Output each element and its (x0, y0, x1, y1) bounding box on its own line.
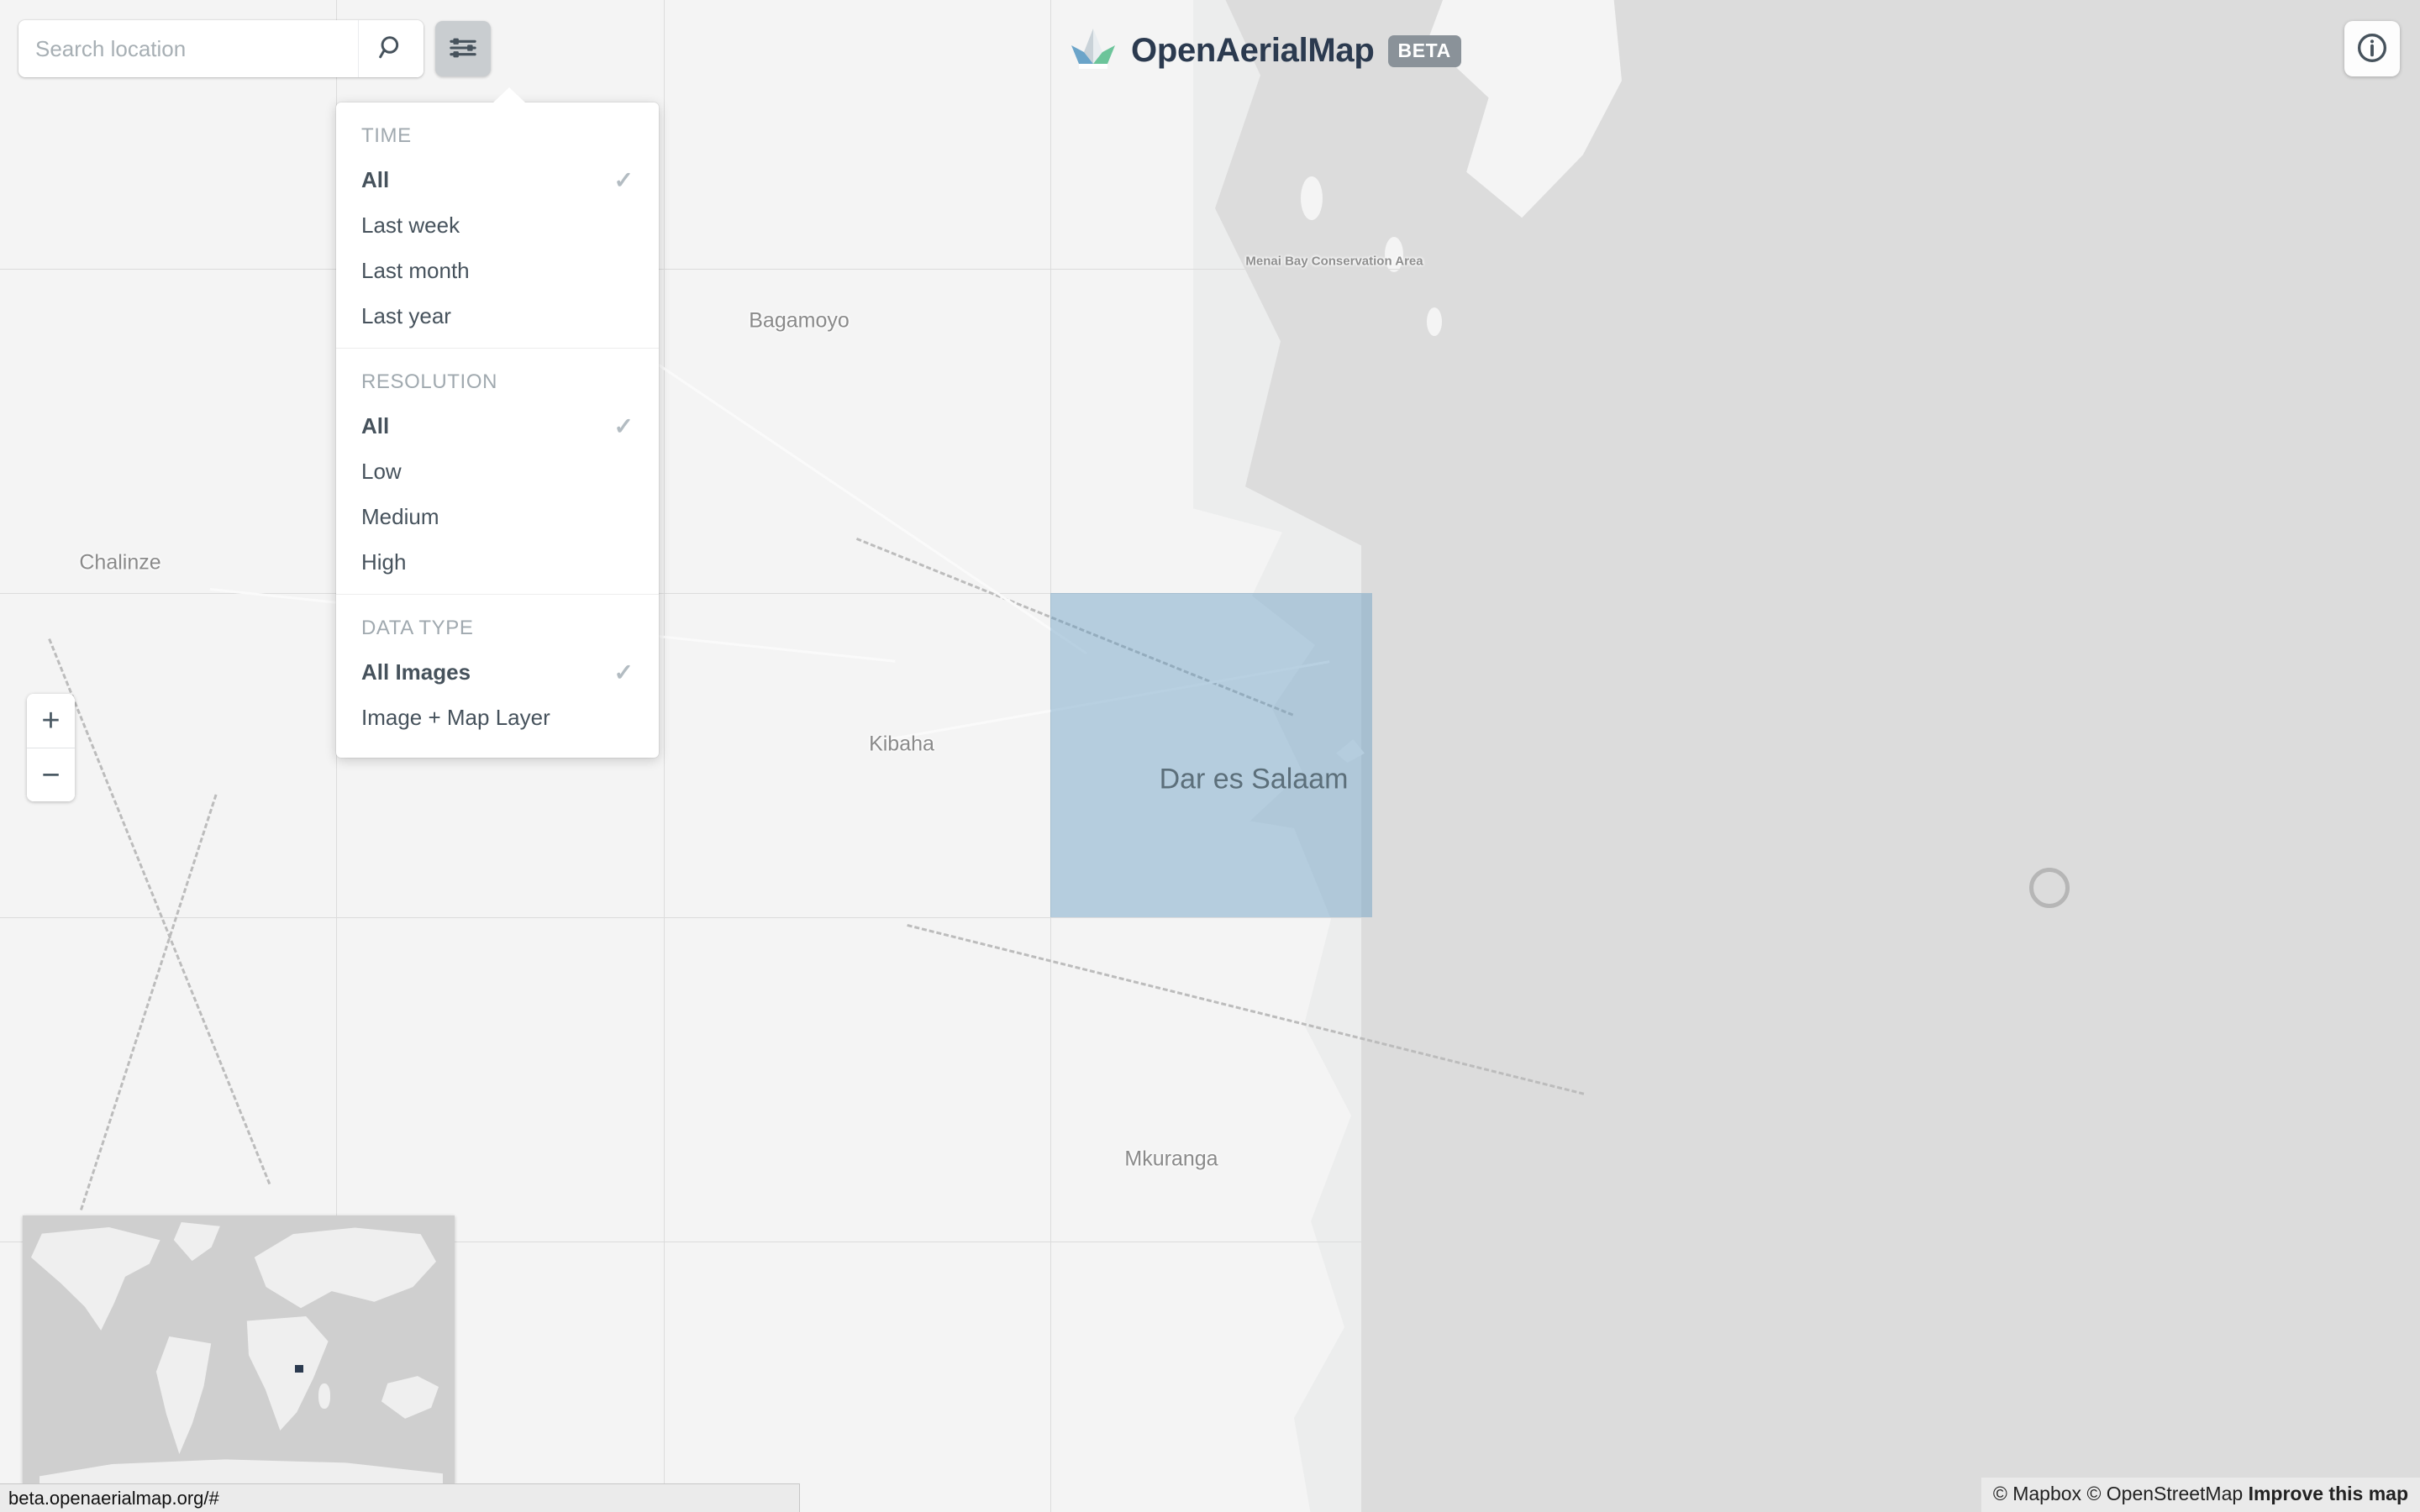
info-circle-icon (2355, 31, 2389, 67)
minimap-continent-africa (246, 1316, 329, 1431)
info-button[interactable] (2344, 21, 2400, 76)
minimap-island-madagascar (318, 1383, 330, 1409)
filter-dropdown-arrow (492, 87, 526, 103)
map-island-small-a (1301, 176, 1323, 220)
filter-option-label: Low (361, 459, 402, 484)
filter-option-label: All (361, 413, 390, 438)
map-island-small-b (1385, 237, 1403, 272)
status-bar-url: beta.openaerialmap.org/# (8, 1487, 219, 1509)
filter-option-time-all[interactable]: All ✓ (336, 158, 659, 203)
search-icon (377, 34, 406, 65)
search-group (18, 20, 491, 77)
filter-option-time-last-week[interactable]: Last week (336, 203, 659, 249)
filter-heading-resolution: RESOLUTION (361, 370, 498, 393)
brand: OpenAerialMap BETA (1069, 27, 1461, 75)
map-sea-indian-ocean (1361, 0, 2420, 1512)
brand-title: OpenAerialMap (1131, 32, 1375, 69)
filter-section-data-type: DATA TYPE All Images ✓ Image + Map Layer (336, 594, 659, 749)
filter-option-data-type-all-images[interactable]: All Images ✓ (336, 650, 659, 696)
minimap-viewport-marker (295, 1365, 303, 1373)
beta-badge: BETA (1387, 34, 1461, 67)
imagery-footprint-dar-es-salaam[interactable] (1050, 593, 1372, 917)
minimap-continent-greenland (173, 1222, 220, 1262)
zoom-out-button[interactable]: − (27, 748, 75, 801)
map-gridline-vertical (664, 0, 665, 1512)
map-sea-bay (1210, 0, 1412, 571)
attribution-osm[interactable]: © OpenStreetMap (2086, 1483, 2243, 1504)
map-gridline-vertical (1373, 0, 1374, 1512)
zoom-controls: + − (27, 694, 75, 801)
map-gridline-horizontal (0, 917, 2420, 918)
attribution-improve-link[interactable]: Improve this map (2249, 1483, 2408, 1504)
filter-option-resolution-medium[interactable]: Medium (336, 495, 659, 540)
filter-option-time-last-year[interactable]: Last year (336, 294, 659, 339)
search-button[interactable] (358, 20, 424, 77)
filter-dropdown-panel: TIME All ✓ Last week Last month Last yea… (336, 87, 659, 758)
imagery-footprint-marker[interactable] (2029, 868, 2070, 908)
attribution-mapbox[interactable]: © Mapbox (1993, 1483, 2081, 1504)
check-icon: ✓ (613, 412, 634, 439)
filter-option-label: All Images (361, 659, 471, 685)
filter-option-resolution-all[interactable]: All ✓ (336, 404, 659, 449)
check-icon: ✓ (613, 659, 634, 685)
minimap-continent-north-america (31, 1227, 160, 1331)
map-attribution: © Mapbox © OpenStreetMap Improve this ma… (1981, 1478, 2420, 1512)
openaerialmap-logo-icon (1069, 27, 1118, 75)
search-input[interactable] (18, 20, 358, 77)
search-shell (18, 20, 424, 77)
map-island-small-c (1427, 307, 1442, 336)
minimap-continent-australia (381, 1376, 439, 1419)
filter-option-time-last-month[interactable]: Last month (336, 249, 659, 294)
minimap-continent-eurasia (254, 1227, 436, 1309)
sliders-filter-icon (448, 34, 478, 65)
minimap-continent-antarctica (39, 1459, 443, 1484)
filter-heading-time: TIME (361, 124, 412, 147)
world-minimap[interactable] (23, 1215, 455, 1484)
minimap-continent-south-america (155, 1336, 212, 1454)
filter-section-time: TIME All ✓ Last week Last month Last yea… (336, 102, 659, 348)
filter-option-label: Last week (361, 213, 460, 238)
filter-option-label: All (361, 167, 390, 192)
filter-heading-data-type: DATA TYPE (361, 617, 474, 639)
filter-option-label: Medium (361, 504, 439, 529)
filter-section-resolution: RESOLUTION All ✓ Low Medium High (336, 348, 659, 594)
filter-option-label: High (361, 549, 407, 575)
filter-option-label: Last month (361, 258, 470, 283)
filter-option-resolution-low[interactable]: Low (336, 449, 659, 495)
zoom-in-button[interactable]: + (27, 694, 75, 748)
map-gridline-vertical (2021, 0, 2022, 1512)
filter-option-data-type-image-map-layer[interactable]: Image + Map Layer (336, 696, 659, 741)
filter-option-label: Last year (361, 303, 451, 328)
browser-status-bar: beta.openaerialmap.org/# (0, 1483, 800, 1512)
filter-option-resolution-high[interactable]: High (336, 540, 659, 585)
check-icon: ✓ (613, 166, 634, 193)
filter-toggle-button[interactable] (435, 21, 491, 76)
openaerialmap-app: Menai Bay Conservation Area Bagamoyo Cha… (0, 0, 2420, 1512)
filter-option-label: Image + Map Layer (361, 705, 550, 730)
